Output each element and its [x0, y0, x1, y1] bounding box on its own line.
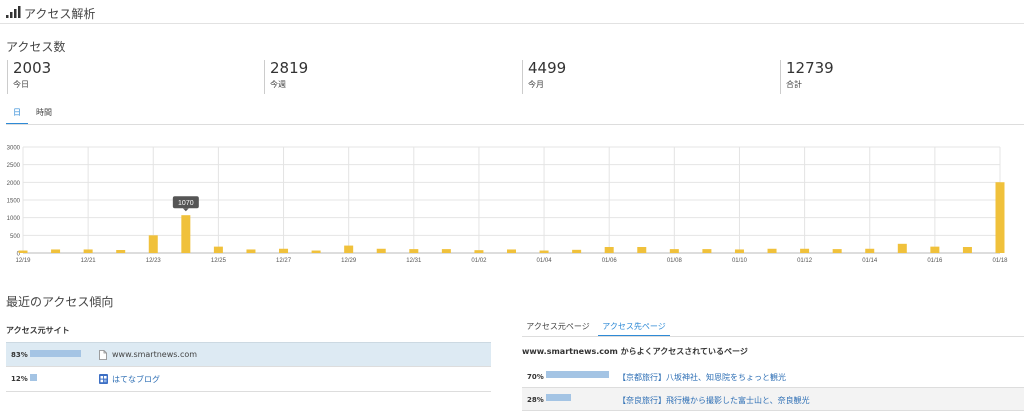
chart-bar — [116, 249, 126, 253]
stat-label: 合計 — [786, 80, 802, 89]
chart-bar — [865, 248, 875, 253]
source-pct: 83% — [11, 351, 28, 359]
chart-bar — [246, 249, 256, 253]
source-share-bar — [30, 374, 37, 381]
y-tick-label: 1500 — [7, 199, 21, 205]
x-tick-label: 12/21 — [81, 258, 97, 264]
x-tick-label: 01/04 — [537, 258, 553, 264]
tab-referrer-pages[interactable]: アクセス元ページ — [522, 320, 594, 337]
source-row[interactable]: 12% はてなブログ — [6, 367, 491, 392]
destination-pct: 28% — [527, 396, 544, 404]
y-tick-label: 500 — [10, 234, 21, 240]
sources-title: アクセス元サイト — [6, 326, 70, 335]
stat-week: 2819 今週 — [264, 60, 308, 94]
tab-destination-pages[interactable]: アクセス先ページ — [598, 320, 670, 337]
tab-hour[interactable]: 時間 — [32, 104, 56, 125]
chart-bar — [930, 246, 940, 253]
chart-tooltip-arrow — [182, 208, 189, 212]
chart-bar — [572, 249, 582, 253]
x-tick-label: 12/23 — [146, 258, 162, 264]
chart-bar — [734, 249, 744, 253]
chart-bar — [995, 182, 1005, 253]
destination-share-bar — [546, 371, 609, 378]
x-tick-label: 12/27 — [276, 258, 292, 264]
x-tick-label: 12/29 — [341, 258, 357, 264]
hatena-blog-icon — [99, 374, 108, 384]
destination-share-bar — [546, 394, 571, 401]
stat-value: 4499 — [528, 59, 567, 77]
stat-value: 2819 — [270, 59, 309, 77]
chart-bar — [148, 235, 158, 253]
trend-title: 最近のアクセス傾向 — [6, 295, 114, 309]
chart-bar — [669, 249, 679, 253]
destination-pct: 70% — [527, 373, 544, 381]
x-tick-label: 12/25 — [211, 258, 227, 264]
page-header: アクセス解析 — [0, 0, 1024, 24]
chart-bar — [962, 246, 972, 253]
chart-bar — [767, 248, 777, 253]
chart-bar — [637, 246, 647, 253]
chart-bar — [51, 249, 61, 253]
destination-link[interactable]: 【奈良旅行】飛行機から撮影した富士山と、奈良観光 — [618, 395, 810, 406]
chart-bar — [539, 250, 549, 253]
chart-tooltip-text: 1070 — [178, 200, 194, 207]
y-tick-label: 2000 — [7, 181, 21, 187]
y-tick-label: 3000 — [7, 146, 21, 152]
chart-bar — [702, 249, 712, 253]
y-tick-label: 1000 — [7, 216, 21, 222]
stat-label: 今月 — [528, 80, 544, 89]
stat-today: 2003 今日 — [7, 60, 51, 94]
stat-label: 今週 — [270, 80, 286, 89]
chart-bar — [83, 249, 93, 253]
tabs-divider — [522, 336, 1024, 337]
x-tick-label: 12/31 — [406, 258, 422, 264]
source-name-link[interactable]: はてなブログ — [112, 374, 160, 385]
chart-bar — [800, 248, 810, 253]
stat-month: 4499 今月 — [522, 60, 566, 94]
x-tick-label: 01/14 — [862, 258, 878, 264]
source-pct: 12% — [11, 375, 28, 383]
x-tick-label: 12/19 — [15, 258, 31, 264]
chart-bar — [604, 246, 614, 253]
tab-day[interactable]: 日 — [6, 104, 28, 125]
access-count-title: アクセス数 — [6, 40, 66, 54]
stat-label: 今日 — [13, 80, 29, 89]
source-share-bar — [30, 350, 81, 357]
daily-access-chart: 05001000150020002500300012/19 12/21 12/23 1… — [7, 146, 1009, 265]
chart-bar — [18, 250, 28, 253]
chart-bar — [311, 250, 321, 253]
x-tick-label: 01/12 — [797, 258, 813, 264]
x-tick-label: 01/16 — [927, 258, 943, 264]
destination-row[interactable]: 70% 【京都旅行】八坂神社、知恩院をちょっと観光 — [522, 365, 1024, 388]
tabs-divider — [6, 124, 1024, 125]
chart-bar — [441, 249, 451, 253]
chart-bar — [897, 243, 907, 253]
y-tick-label: 2500 — [7, 163, 21, 169]
chart-bar — [474, 250, 484, 253]
chart-bar — [213, 246, 223, 253]
x-tick-label: 01/10 — [732, 258, 748, 264]
destination-link[interactable]: 【京都旅行】八坂神社、知恩院をちょっと観光 — [618, 372, 786, 383]
chart-bar — [376, 248, 386, 253]
destinations-title: www.smartnews.com からよくアクセスされているページ — [522, 347, 748, 356]
stat-value: 2003 — [13, 59, 52, 77]
stat-value: 12739 — [786, 59, 834, 77]
x-tick-label: 01/06 — [602, 258, 618, 264]
chart-bar — [344, 245, 354, 253]
chart-bar — [832, 249, 842, 253]
document-icon — [99, 350, 107, 360]
chart-bar — [279, 248, 289, 253]
destination-row[interactable]: 28% 【奈良旅行】飛行機から撮影した富士山と、奈良観光 — [522, 388, 1024, 411]
x-tick-label: 01/08 — [667, 258, 683, 264]
chart-bar — [181, 215, 191, 253]
stat-total: 12739 合計 — [780, 60, 834, 94]
page-title: アクセス解析 — [24, 7, 96, 21]
source-name: www.smartnews.com — [112, 350, 198, 359]
signal-bars-icon — [6, 6, 21, 18]
chart-bar — [507, 249, 516, 253]
x-tick-label: 01/02 — [471, 258, 487, 264]
source-row[interactable]: 83% www.smartnews.com — [6, 342, 491, 367]
x-tick-label: 01/18 — [992, 258, 1008, 264]
chart-bar — [409, 249, 419, 253]
